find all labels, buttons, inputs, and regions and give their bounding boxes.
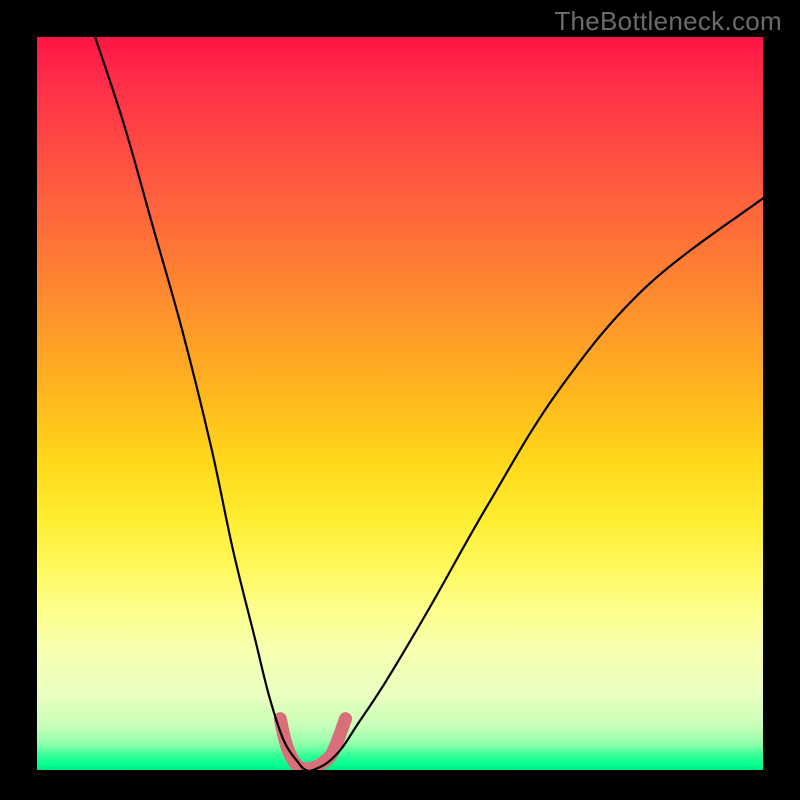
main-curve (95, 37, 763, 770)
highlight-curve (280, 719, 345, 769)
watermark-text: TheBottleneck.com (554, 6, 782, 37)
curve-layer (37, 37, 763, 770)
chart-frame: TheBottleneck.com (0, 0, 800, 800)
plot-area (37, 37, 763, 770)
